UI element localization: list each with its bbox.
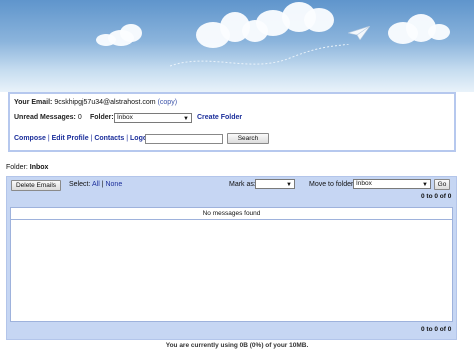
move-to-folder-label: Move to folder: [309, 181, 356, 188]
email-label: Your Email: [14, 99, 53, 106]
pagination-count-top: 0 to 0 of 0 [421, 193, 452, 200]
empty-message-row: No messages found [11, 208, 452, 220]
unread-row: Unread Messages: 0 [14, 114, 82, 121]
nav-separator: | [90, 135, 93, 142]
chevron-down-icon: ▼ [422, 182, 428, 188]
pagination-count-bottom: 0 to 0 of 0 [421, 326, 452, 333]
chevron-down-icon: ▼ [286, 182, 292, 188]
select-label: Select: [69, 181, 91, 188]
go-button[interactable]: Go [434, 179, 450, 190]
contacts-link[interactable]: Contacts [94, 135, 124, 142]
mark-as-select[interactable]: ▼ [255, 179, 295, 189]
header-banner [0, 0, 474, 92]
chevron-down-icon: ▼ [183, 116, 189, 122]
nav-separator: | [47, 135, 50, 142]
email-address: 9cskhipgj57u34@alstrahost.com [54, 99, 156, 106]
create-folder-link[interactable]: Create Folder [197, 114, 242, 121]
select-separator: | [101, 181, 104, 188]
flight-path-decoration [170, 44, 351, 67]
mail-panel: Delete Emails Select: All | None Mark as… [6, 176, 457, 340]
select-all-link[interactable]: All [92, 181, 100, 188]
unread-label: Unread Messages: [14, 114, 76, 121]
storage-usage-text: You are currently using 0B (0%) of your … [165, 342, 309, 349]
copy-email-link[interactable]: (copy) [158, 99, 177, 106]
compose-link[interactable]: Compose [14, 135, 46, 142]
select-controls: Select: All | None [69, 181, 122, 188]
delete-emails-button[interactable]: Delete Emails [11, 180, 61, 191]
folder-label: Folder: [90, 114, 114, 121]
search-button[interactable]: Search [227, 133, 269, 144]
nav-separator: | [126, 135, 129, 142]
unread-count: 0 [77, 114, 82, 121]
folder-select-value: Inbox [117, 114, 133, 121]
select-none-link[interactable]: None [105, 181, 122, 188]
current-folder-heading: Folder: Inbox [6, 164, 48, 171]
folder-select[interactable]: Inbox ▼ [114, 113, 192, 123]
mark-as-label: Mark as: [229, 181, 256, 188]
account-panel: Your Email: 9cskhipgj57u34@alstrahost.co… [8, 92, 456, 152]
current-folder-label: Folder: [6, 164, 28, 171]
search-input[interactable] [145, 134, 223, 144]
paper-plane-icon [348, 26, 370, 40]
current-folder-name: Inbox [29, 164, 49, 171]
move-to-folder-select[interactable]: Inbox ▼ [353, 179, 431, 189]
email-row: Your Email: 9cskhipgj57u34@alstrahost.co… [14, 99, 177, 106]
edit-profile-link[interactable]: Edit Profile [52, 135, 89, 142]
message-list: No messages found [10, 207, 453, 322]
move-to-folder-value: Inbox [356, 180, 372, 187]
nav-links: Compose | Edit Profile | Contacts | Logo… [14, 135, 154, 142]
